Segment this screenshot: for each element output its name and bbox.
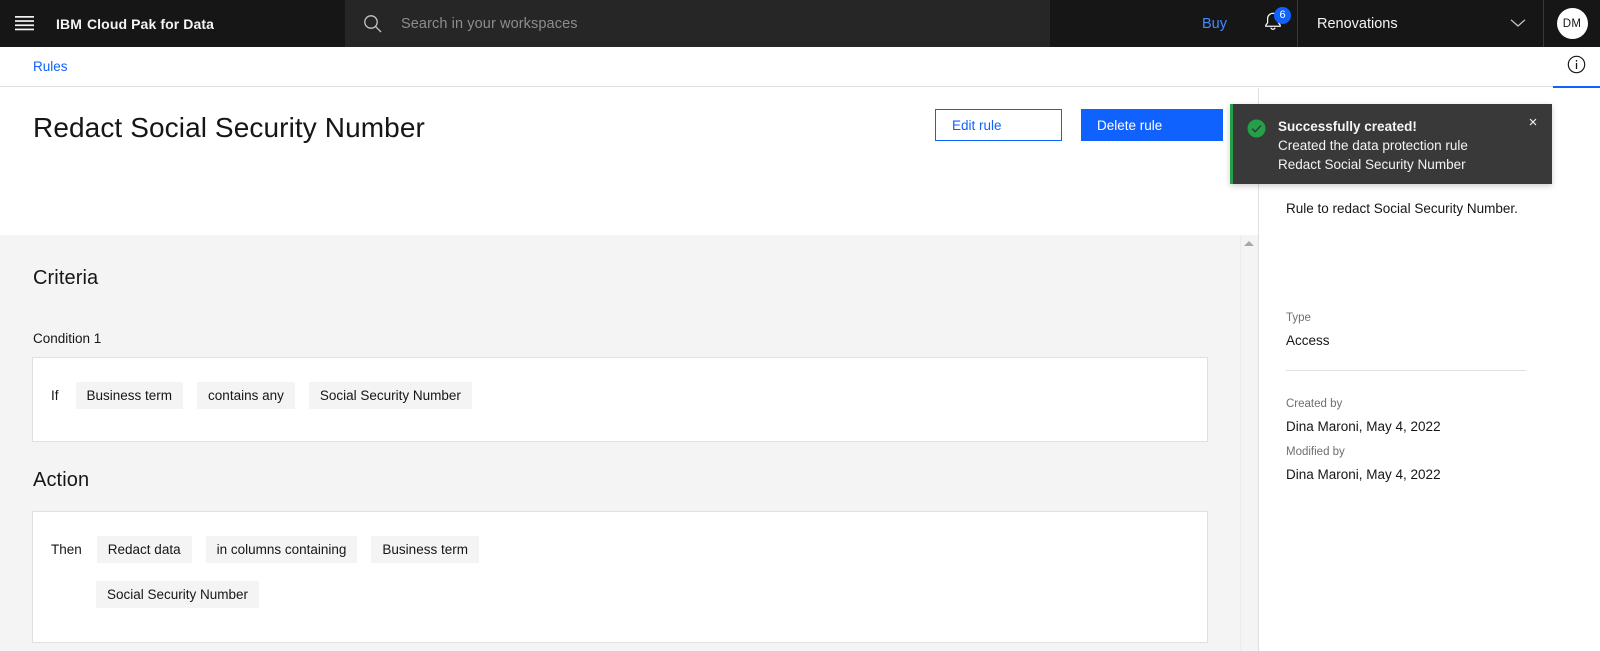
success-toast-notification: Successfully created! Created the data p… bbox=[1230, 104, 1552, 184]
field-type-value: Access bbox=[1286, 333, 1330, 348]
toast-body: Successfully created! Created the data p… bbox=[1266, 104, 1514, 184]
hamburger-menu-icon bbox=[14, 16, 34, 31]
hamburger-menu-button[interactable] bbox=[0, 0, 48, 47]
field-modified-by: Modified by Dina Maroni, May 4, 2022 bbox=[1286, 446, 1576, 484]
action-expression-row: Then Redact data in columns containing B… bbox=[33, 512, 1093, 626]
criteria-card: If Business term contains any Social Sec… bbox=[32, 357, 1208, 442]
action-expression-row-second: Social Security Number bbox=[51, 581, 1093, 626]
page-header-band: Redact Social Security Number Edit rule … bbox=[0, 88, 1258, 235]
global-header: IBM Cloud Pak for Data Search in your wo… bbox=[0, 0, 1600, 47]
breadcrumb-bar: Rules bbox=[0, 47, 1600, 88]
toast-subtitle-line-2: Redact Social Security Number bbox=[1278, 156, 1466, 172]
criteria-chip-value[interactable]: Social Security Number bbox=[308, 382, 472, 409]
page-action-buttons: Edit rule Delete rule bbox=[935, 109, 1223, 141]
condition-label: Condition 1 bbox=[33, 331, 102, 346]
checkmark-filled-icon bbox=[1247, 119, 1266, 142]
field-created-by: Created by Dina Maroni, May 4, 2022 bbox=[1286, 398, 1576, 436]
workspace-selector[interactable]: Renovations bbox=[1297, 0, 1544, 47]
action-card: Then Redact data in columns containing B… bbox=[32, 511, 1208, 643]
scroll-up-arrow-icon[interactable] bbox=[1244, 241, 1254, 246]
global-search-input[interactable]: Search in your workspaces bbox=[345, 0, 1050, 47]
close-icon[interactable]: × bbox=[1514, 104, 1552, 184]
field-created-by-label: Created by bbox=[1286, 398, 1343, 410]
chevron-down-icon bbox=[1510, 15, 1526, 33]
edit-rule-button[interactable]: Edit rule bbox=[935, 109, 1062, 141]
rule-description: Rule to redact Social Security Number. bbox=[1286, 201, 1518, 216]
toast-icon-wrap bbox=[1233, 104, 1266, 184]
field-created-by-value: Dina Maroni, May 4, 2022 bbox=[1286, 419, 1441, 434]
criteria-keyword-if: If bbox=[51, 388, 59, 403]
header-actions: Buy 6 Renovations DM bbox=[1180, 0, 1600, 47]
criteria-expression-row: If Business term contains any Social Sec… bbox=[33, 358, 1093, 427]
toast-title: Successfully created! bbox=[1278, 119, 1417, 134]
panel-divider bbox=[1286, 370, 1526, 371]
workspace-name: Renovations bbox=[1317, 15, 1398, 32]
field-type: Type Access bbox=[1286, 312, 1576, 350]
page-title: Redact Social Security Number bbox=[33, 112, 425, 143]
criteria-chip-subject[interactable]: Business term bbox=[75, 382, 184, 409]
brand-name: Cloud Pak for Data bbox=[86, 15, 215, 32]
action-chip-scope[interactable]: in columns containing bbox=[205, 536, 358, 563]
search-icon bbox=[363, 14, 382, 33]
search-placeholder: Search in your workspaces bbox=[401, 15, 578, 32]
content-scrollbar[interactable] bbox=[1240, 235, 1257, 651]
action-chip-operation[interactable]: Redact data bbox=[96, 536, 192, 563]
toast-subtitle-line-1: Created the data protection rule bbox=[1278, 138, 1468, 153]
rule-detail-content: Criteria Condition 1 If Business term co… bbox=[0, 235, 1258, 651]
action-keyword-then: Then bbox=[51, 542, 82, 557]
application-root: IBM Cloud Pak for Data Search in your wo… bbox=[0, 0, 1600, 651]
notifications-button[interactable]: 6 bbox=[1249, 0, 1297, 47]
information-icon bbox=[1567, 55, 1586, 79]
delete-rule-button[interactable]: Delete rule bbox=[1081, 109, 1223, 141]
buy-link[interactable]: Buy bbox=[1180, 0, 1249, 47]
field-type-label: Type bbox=[1286, 312, 1311, 324]
avatar: DM bbox=[1556, 8, 1588, 39]
criteria-section-heading: Criteria bbox=[33, 267, 99, 289]
breadcrumb-rules-link[interactable]: Rules bbox=[33, 59, 68, 74]
user-avatar-button[interactable]: DM bbox=[1544, 0, 1600, 47]
notification-count-badge: 6 bbox=[1274, 7, 1291, 24]
field-modified-by-value: Dina Maroni, May 4, 2022 bbox=[1286, 467, 1441, 482]
field-modified-by-label: Modified by bbox=[1286, 446, 1345, 458]
brand-title[interactable]: IBM Cloud Pak for Data bbox=[48, 0, 214, 47]
criteria-chip-operator[interactable]: contains any bbox=[197, 382, 295, 409]
tab-information[interactable] bbox=[1553, 47, 1600, 88]
action-section-heading: Action bbox=[33, 469, 90, 491]
brand-prefix: IBM bbox=[56, 15, 82, 32]
action-chip-subject[interactable]: Business term bbox=[371, 536, 479, 563]
action-chip-value[interactable]: Social Security Number bbox=[96, 581, 260, 608]
